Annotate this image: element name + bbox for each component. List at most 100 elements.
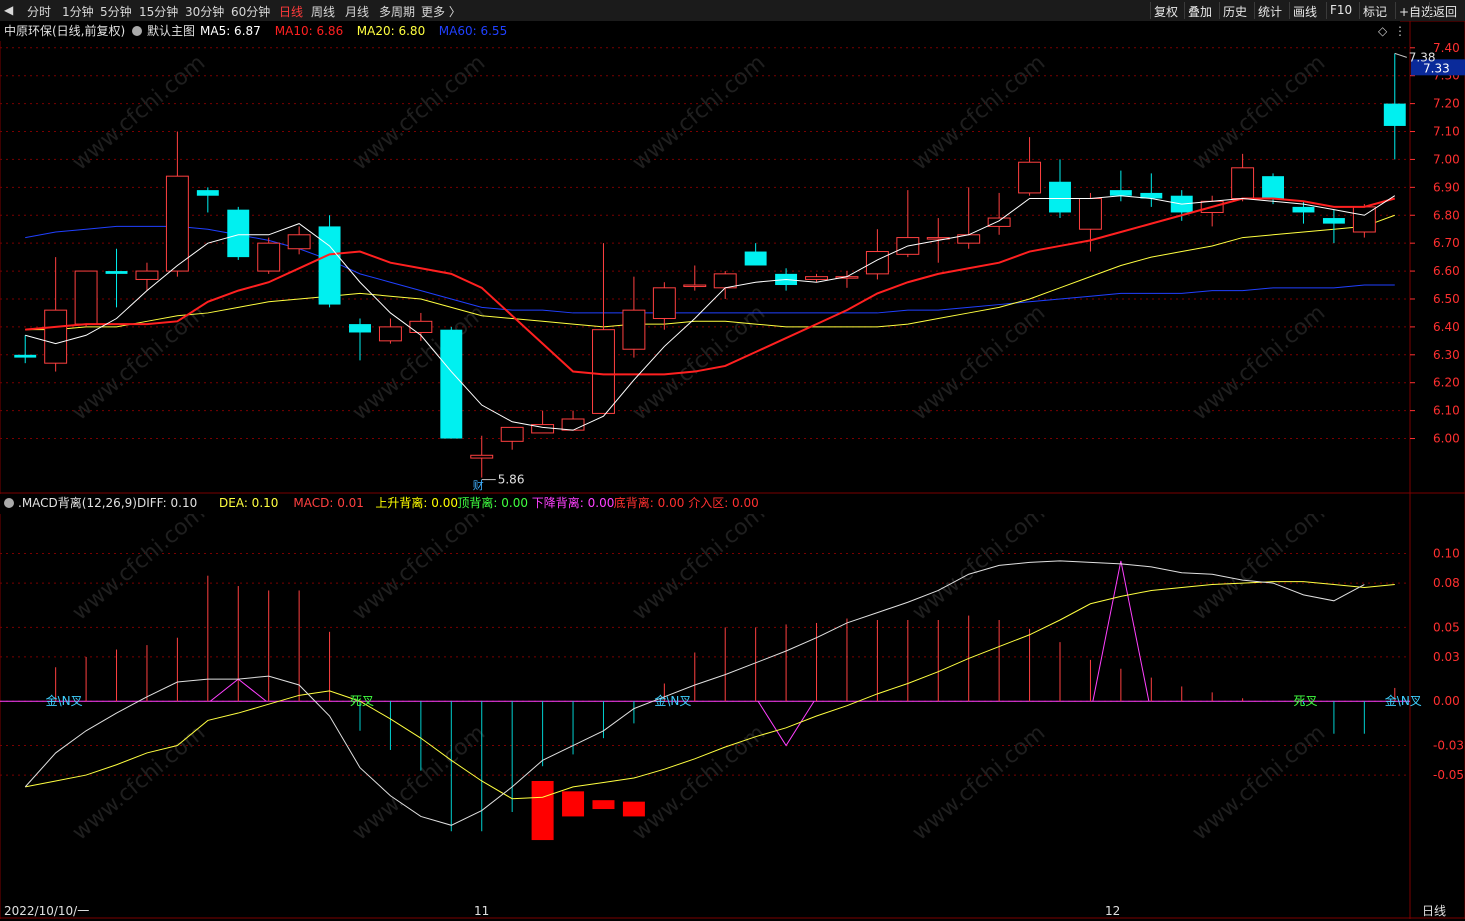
candle-body[interactable] bbox=[1231, 167, 1255, 200]
cross-signal-label: 金\N叉 bbox=[46, 693, 83, 708]
candle-body[interactable] bbox=[561, 418, 585, 431]
toolbar-separator bbox=[1289, 2, 1290, 19]
candle-body[interactable] bbox=[500, 426, 524, 442]
candle-body[interactable] bbox=[165, 175, 189, 272]
bottom-divergence-box bbox=[531, 780, 554, 841]
candle-body[interactable] bbox=[44, 309, 68, 364]
macd-axis-label: 0.05 bbox=[1433, 620, 1460, 634]
tab-3[interactable]: 15分钟 bbox=[139, 3, 178, 20]
tab-10[interactable]: 更多 〉 bbox=[421, 3, 461, 20]
tab-7[interactable]: 周线 bbox=[311, 3, 335, 20]
tab-9[interactable]: 多周期 bbox=[379, 3, 415, 20]
toolbar-separator bbox=[1254, 2, 1255, 19]
ma-label-2: MA10: 6.86 bbox=[275, 24, 343, 38]
price-axis-label: 7.40 bbox=[1433, 41, 1460, 55]
tab-4[interactable]: 30分钟 bbox=[185, 3, 224, 20]
candle-body[interactable] bbox=[349, 324, 371, 333]
cross-signal-label: 金\N叉 bbox=[654, 693, 691, 708]
candle-body[interactable] bbox=[1292, 206, 1315, 213]
bottom-divergence-box bbox=[562, 791, 585, 817]
candle-body[interactable] bbox=[652, 287, 676, 320]
candle-body[interactable] bbox=[135, 270, 159, 280]
candle-body[interactable] bbox=[622, 309, 646, 350]
price-axis-label: 7.00 bbox=[1433, 152, 1460, 166]
candle-body[interactable] bbox=[409, 320, 433, 333]
candle-body[interactable] bbox=[287, 234, 311, 250]
menu-icon: ⋮ bbox=[1394, 24, 1406, 38]
price-axis-label: 6.70 bbox=[1433, 236, 1460, 250]
price-axis-label: 6.40 bbox=[1433, 320, 1460, 334]
cross-signal-label: 金\N叉 bbox=[1385, 693, 1422, 708]
settings-dot-icon[interactable] bbox=[132, 26, 142, 36]
finance-marker: 财 bbox=[473, 478, 484, 492]
candle-body[interactable] bbox=[1109, 190, 1132, 196]
candle-body[interactable] bbox=[1078, 198, 1102, 230]
toolbar-button-1[interactable]: 叠加 bbox=[1188, 3, 1212, 20]
tab-2[interactable]: 5分钟 bbox=[100, 3, 132, 20]
macd-axis-label: 0.03 bbox=[1433, 650, 1460, 664]
stock-title: 中原环保(日线,前复权) bbox=[4, 23, 125, 38]
toolbar-separator bbox=[1395, 2, 1396, 19]
toolbar-separator bbox=[1359, 2, 1360, 19]
candle-body[interactable] bbox=[744, 251, 767, 266]
candle-body[interactable] bbox=[1322, 218, 1345, 224]
candle-body[interactable] bbox=[1049, 181, 1071, 213]
macd-field-4: 上升背离: 0.00 bbox=[375, 495, 458, 510]
candle-body[interactable] bbox=[592, 329, 615, 414]
toolbar-button-0[interactable]: 复权 bbox=[1154, 3, 1178, 20]
time-axis-label-dec: 12 bbox=[1105, 904, 1120, 918]
candle-body[interactable] bbox=[440, 329, 463, 439]
candle-body[interactable] bbox=[257, 242, 281, 272]
candle-body[interactable] bbox=[1018, 161, 1042, 194]
back-arrow-icon[interactable]: ◀ bbox=[4, 3, 13, 17]
toolbar-separator bbox=[1429, 2, 1430, 19]
bottom-divergence-box bbox=[622, 801, 645, 817]
tab-1[interactable]: 1分钟 bbox=[62, 3, 94, 20]
candle-body[interactable] bbox=[987, 217, 1011, 227]
toolbar-button-7[interactable]: +自选 bbox=[1399, 3, 1433, 20]
candle-body[interactable] bbox=[470, 454, 494, 459]
tab-6[interactable]: 日线 bbox=[279, 3, 303, 20]
low-price-marker: 5.86 bbox=[498, 473, 525, 487]
candle-body[interactable] bbox=[1262, 176, 1284, 199]
candle-body[interactable] bbox=[318, 226, 341, 305]
cross-signal-label: 死叉 bbox=[350, 694, 374, 708]
high-price-marker: 7.38 bbox=[1409, 50, 1436, 64]
toolbar-button-3[interactable]: 统计 bbox=[1258, 3, 1282, 20]
candle-body[interactable] bbox=[14, 354, 37, 358]
candle-body[interactable] bbox=[74, 270, 98, 325]
time-axis-start: 2022/10/10/一 bbox=[4, 904, 89, 918]
tab-5[interactable]: 60分钟 bbox=[231, 3, 270, 20]
toolbar-button-4[interactable]: 画线 bbox=[1293, 3, 1317, 20]
price-axis-label: 6.90 bbox=[1433, 180, 1460, 194]
candle-body[interactable] bbox=[196, 190, 219, 196]
candle-body[interactable] bbox=[865, 251, 889, 275]
macd-axis-label: 0.10 bbox=[1433, 547, 1460, 561]
macd-settings-icon[interactable] bbox=[4, 498, 14, 508]
macd-field-8: 介入区: 0.00 bbox=[688, 496, 759, 510]
candle-body[interactable] bbox=[227, 209, 250, 258]
time-axis-label-nov: 11 bbox=[474, 904, 489, 918]
candle-body[interactable] bbox=[378, 326, 402, 342]
candle-body[interactable] bbox=[105, 271, 128, 274]
toolbar-button-2[interactable]: 历史 bbox=[1223, 3, 1247, 20]
bottom-divergence-box bbox=[592, 800, 615, 810]
price-axis-label: 7.10 bbox=[1433, 125, 1460, 139]
price-axis-label: 6.60 bbox=[1433, 264, 1460, 278]
price-axis-label: 6.80 bbox=[1433, 208, 1460, 222]
candle-body[interactable] bbox=[713, 273, 737, 289]
macd-axis-label: 0.00 bbox=[1433, 694, 1460, 708]
tab-0[interactable]: 分时 bbox=[27, 3, 51, 20]
macd-axis-label: 0.08 bbox=[1433, 576, 1460, 590]
toolbar-button-5[interactable]: F10 bbox=[1330, 3, 1352, 17]
price-axis-label: 7.20 bbox=[1433, 97, 1460, 111]
candle-body[interactable] bbox=[805, 276, 828, 280]
candle-body[interactable] bbox=[1383, 103, 1406, 126]
toolbar-button-6[interactable]: 标记 bbox=[1363, 3, 1387, 20]
price-axis-label: 6.10 bbox=[1433, 404, 1460, 418]
price-axis-label: 6.30 bbox=[1433, 348, 1460, 362]
candle-body[interactable] bbox=[683, 284, 707, 288]
toolbar-button-8[interactable]: 返回 bbox=[1433, 3, 1457, 20]
tab-8[interactable]: 月线 bbox=[345, 3, 369, 20]
expand-icon: ◇ bbox=[1378, 24, 1388, 38]
